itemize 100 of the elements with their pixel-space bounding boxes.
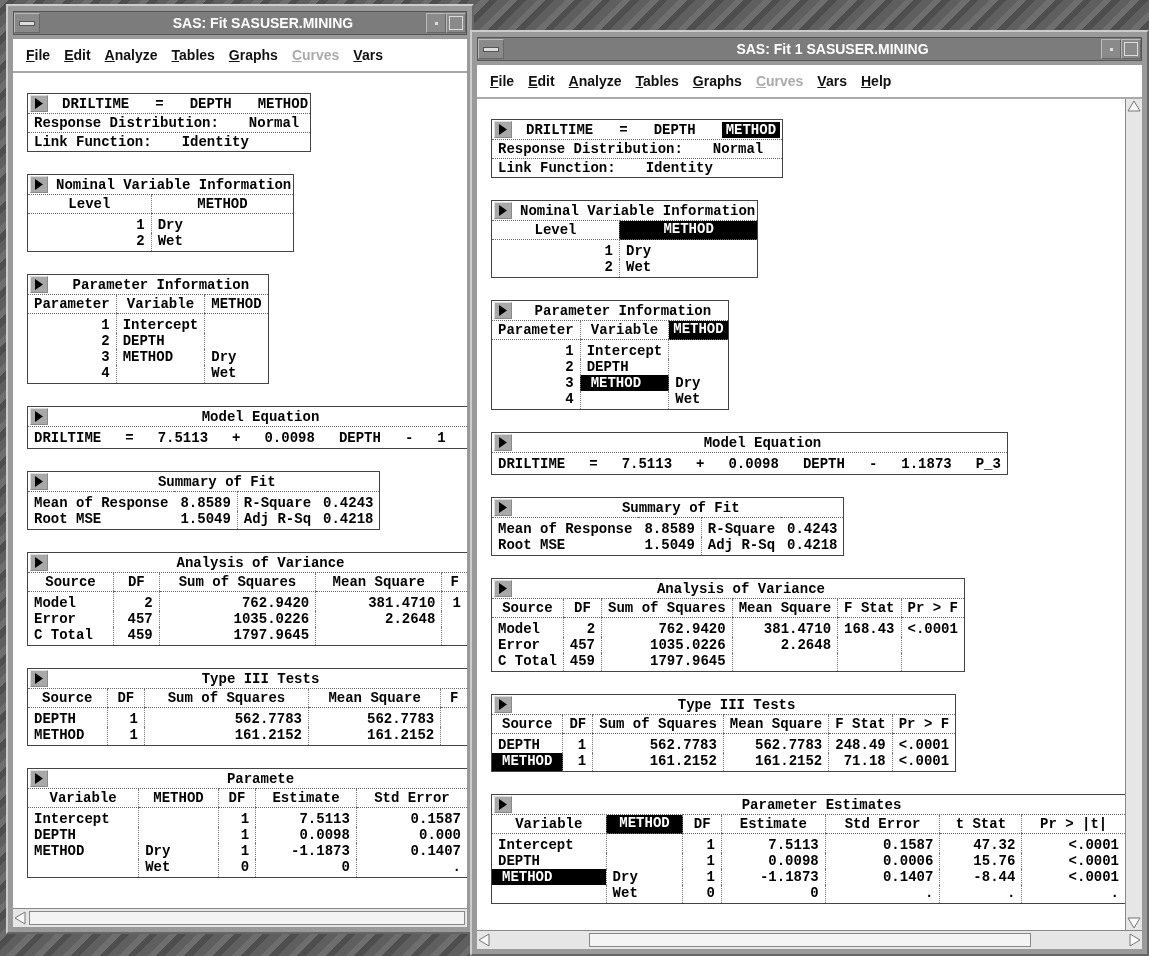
menu-item[interactable]: Edit	[521, 73, 562, 89]
table-cell: Intercept	[586, 343, 663, 359]
table-cell: -8.44	[973, 869, 1016, 885]
menu-item[interactable]: Vars	[346, 47, 390, 63]
table-cell: 7.5113	[768, 837, 819, 853]
field-label: R-Square	[243, 495, 312, 511]
expand-button[interactable]	[494, 580, 512, 597]
expand-button[interactable]	[494, 796, 512, 813]
horizontal-scrollbar[interactable]	[477, 930, 1142, 949]
menu-item[interactable]: Graphs	[685, 73, 749, 89]
table-cell: C Total	[34, 627, 93, 643]
table-cell: Error	[498, 637, 540, 653]
maximize-button[interactable]	[1121, 39, 1141, 59]
table-cell: DEPTH	[34, 711, 76, 727]
equation-term: 0.0098	[728, 456, 779, 472]
table-cell: 2	[565, 359, 574, 375]
menu-item[interactable]: Analyze	[97, 47, 165, 63]
table-cell: Wet	[626, 259, 652, 275]
expand-button[interactable]	[30, 176, 48, 193]
menu-item[interactable]: Vars	[810, 73, 854, 89]
horizontal-scrollbar[interactable]	[13, 908, 467, 927]
field-value: 1.5049	[644, 537, 695, 553]
column-header: Mean Square	[308, 688, 441, 708]
expand-button[interactable]	[494, 696, 512, 713]
table-cell: 457	[127, 611, 153, 627]
table-cell: 2	[136, 233, 145, 249]
table-cell: <.0001	[898, 737, 950, 753]
column-header: DF	[113, 572, 160, 592]
model-term: DRILTIME	[62, 95, 130, 112]
table-cell: .	[452, 859, 461, 875]
column-header: DF	[218, 788, 256, 808]
panel-title: Analysis of Variance	[655, 580, 826, 597]
expand-button[interactable]	[494, 434, 512, 451]
menu-item[interactable]: Analyze	[561, 73, 629, 89]
table-cell: METHOD	[34, 843, 85, 859]
column-header: Parameter	[27, 294, 117, 314]
expand-button[interactable]	[494, 202, 512, 219]
menu-item[interactable]: Tables	[628, 73, 686, 89]
panel-title: Parameter Information	[533, 302, 713, 319]
expand-button[interactable]	[30, 554, 48, 571]
menu-item[interactable]: File	[483, 73, 522, 89]
model-term: METHOD	[257, 95, 309, 112]
table-cell: 7.5113	[299, 811, 350, 827]
table-cell: 1035.0226	[650, 637, 726, 653]
right-arrow-icon[interactable]	[1128, 933, 1142, 947]
field-label: Mean of Response	[498, 521, 633, 537]
expand-button[interactable]	[30, 276, 48, 293]
left-arrow-icon[interactable]	[13, 911, 27, 925]
expand-button[interactable]	[30, 473, 48, 490]
table-cell: 2	[144, 595, 153, 611]
field-value: 0.4218	[787, 537, 838, 553]
window-menu-button[interactable]	[14, 13, 40, 33]
panel-title: Paramete	[225, 770, 296, 787]
equation-term: 7.5113	[157, 430, 209, 446]
menu-item[interactable]: Help	[853, 73, 899, 89]
table-cell: <.0001	[1068, 837, 1119, 853]
vertical-scrollbar[interactable]	[1125, 99, 1142, 930]
expand-button[interactable]	[494, 499, 512, 516]
expand-button[interactable]	[494, 302, 512, 319]
column-header: Mean Square	[732, 598, 838, 618]
table-cell: 15.76	[973, 853, 1016, 869]
column-header: F	[441, 572, 467, 592]
triangle-icon	[499, 124, 507, 135]
equation-term: -	[404, 430, 414, 446]
window-menu-button[interactable]	[478, 39, 504, 59]
down-arrow-icon[interactable]	[1127, 916, 1141, 930]
table-cell: 168.43	[844, 621, 895, 637]
triangle-icon	[35, 179, 43, 190]
expand-button[interactable]	[30, 670, 48, 687]
expand-button[interactable]	[30, 95, 48, 112]
table-cell: 1	[240, 843, 250, 859]
column-header: METHOD	[668, 320, 729, 340]
table-cell: 0.0098	[299, 827, 350, 843]
menu-item[interactable]: Tables	[164, 47, 222, 63]
expand-button[interactable]	[494, 121, 512, 138]
column-header: METHOD	[606, 814, 683, 834]
table-cell: -1.1873	[759, 869, 819, 885]
column-header: Std Error	[825, 814, 940, 834]
equation-term: 0.0098	[264, 430, 315, 446]
panel-title: Summary of Fit	[620, 499, 741, 516]
triangle-icon	[499, 583, 507, 594]
column-header: METHOD	[151, 194, 294, 214]
maximize-button[interactable]	[446, 13, 466, 33]
table-cell: Wet	[145, 859, 171, 875]
menu-item[interactable]: Graphs	[221, 47, 285, 63]
up-arrow-icon[interactable]	[1127, 99, 1141, 113]
menu-item[interactable]: Edit	[57, 47, 98, 63]
minimize-button[interactable]	[426, 13, 446, 33]
expand-button[interactable]	[30, 408, 48, 425]
panel-title: Analysis of Variance	[175, 554, 346, 571]
left-arrow-icon[interactable]	[477, 933, 491, 947]
menu-item[interactable]: File	[19, 47, 58, 63]
table-cell: DEPTH	[498, 737, 540, 753]
minimize-button[interactable]	[1101, 39, 1121, 59]
table-cell: 1	[577, 753, 587, 769]
expand-button[interactable]	[30, 770, 48, 787]
column-header: Std Error	[356, 788, 467, 808]
panel-title: Model Equation	[200, 408, 321, 425]
column-header: Source	[27, 688, 108, 708]
column-header: Estimate	[721, 814, 826, 834]
